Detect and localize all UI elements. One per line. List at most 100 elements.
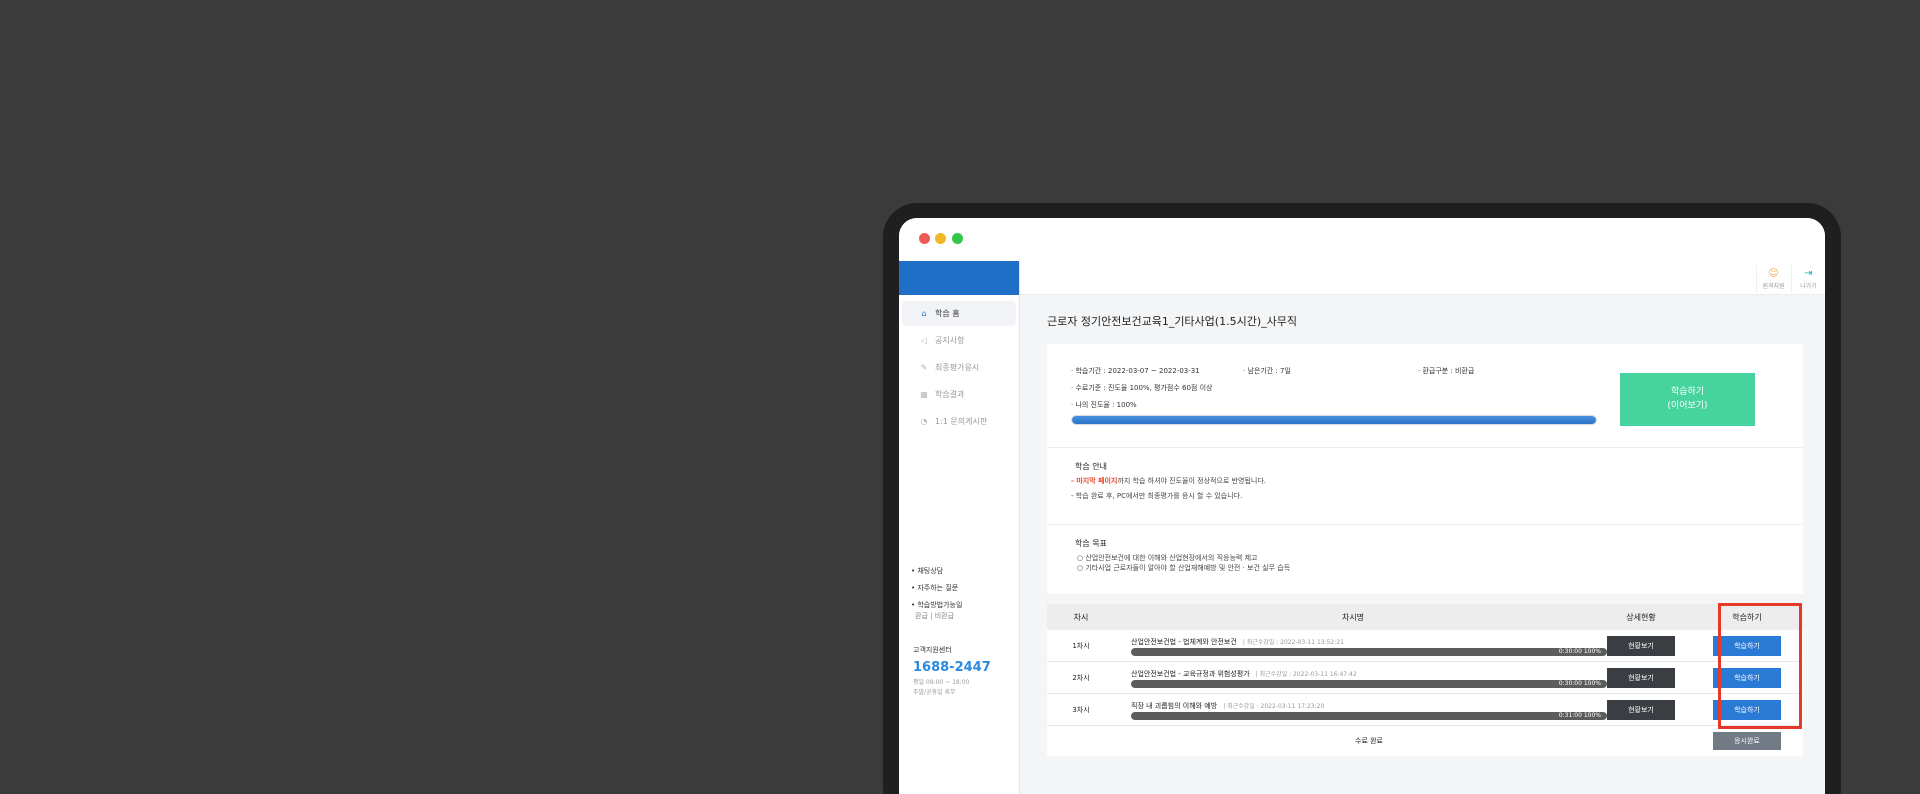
- goal-line-2: ○ 기타사업 근로자들이 알아야 할 산업재해예방 및 안전 · 보건 실무 습…: [1077, 564, 1291, 572]
- study-button[interactable]: 학습하기: [1713, 635, 1781, 656]
- lesson-progress-bar: 0:30:00 100%: [1131, 647, 1607, 656]
- chart-icon: ▦: [920, 390, 928, 399]
- lesson-progress-bar: 0:31:00 100%: [1131, 711, 1607, 720]
- table-footer: 수료 완료 응시완료: [1047, 726, 1803, 756]
- sidebar-item-inquiry[interactable]: ◔ 1:1 문의게시판: [902, 409, 1016, 434]
- lesson-progress-text: 0:31:00 100%: [1558, 711, 1601, 719]
- last-study-date: | 최근수강일 : 2022-03-11 17:23:20: [1223, 702, 1325, 710]
- refund-type-links[interactable]: 환급 | 비환급: [911, 611, 962, 628]
- col-header-detail: 상세현황: [1626, 612, 1656, 622]
- continue-study-sublabel: (이어보기): [1667, 401, 1708, 411]
- completion-criteria: · 수료기준 : 진도율 100%, 평가점수 60점 이상: [1071, 384, 1213, 392]
- continue-study-button[interactable]: 학습하기 (이어보기): [1620, 373, 1755, 426]
- sidebar-item-label: 1:1 문의게시판: [935, 417, 988, 426]
- lesson-title-text: 직장 내 괴롭힘의 이해와 예방: [1131, 701, 1218, 710]
- chat-icon: ◔: [920, 417, 928, 426]
- maximize-window-button[interactable]: [952, 233, 963, 244]
- sidebar-item-final-exam[interactable]: ✎ 최종평가응시: [902, 355, 1016, 380]
- cs-label: 고객지원센터: [913, 646, 952, 654]
- sidebar-item-label: 최종평가응시: [935, 363, 980, 372]
- lesson-table: 차시 차시명 상세현황 학습하기 1차시 산업안전보건법 - 법체계와 안전보건…: [1047, 604, 1803, 756]
- home-icon: ⌂: [921, 309, 927, 318]
- col-header-session: 차시: [1073, 612, 1089, 622]
- guide-line-2: - 학습 완료 후, PC에서만 최종평가를 응시 할 수 있습니다.: [1071, 492, 1243, 500]
- study-button[interactable]: 학습하기: [1713, 667, 1781, 688]
- sidebar-item-results[interactable]: ▦ 학습결과: [902, 382, 1016, 407]
- last-study-date: | 최근수강일 : 2022-03-11 13:52:21: [1242, 638, 1344, 646]
- remote-support-label: 원격지원: [1762, 283, 1785, 290]
- session-number: 2차시: [1072, 673, 1090, 682]
- main-content: ☺ 원격지원 ⇥ 나가기 근로자 정기안전보건교육1_기타사업(1.5시간)_사…: [1020, 261, 1825, 794]
- table-header: 차시 차시명 상세현황 학습하기: [1047, 604, 1803, 630]
- view-status-button[interactable]: 현황보기: [1607, 667, 1675, 688]
- close-window-button[interactable]: [919, 233, 930, 244]
- goal-line-1: ○ 산업안전보건에 대한 이해와 산업현장에서의 직응능력 제고: [1077, 554, 1258, 562]
- session-number: 1차시: [1072, 641, 1090, 650]
- cs-phone: 1688-2447: [913, 660, 991, 675]
- customer-support: 고객지원센터 1688-2447 평일 09:00 ~ 18:00 주말/공휴일…: [913, 645, 991, 698]
- lesson-progress-bar: 0:30:00 100%: [1131, 679, 1607, 688]
- divider: [1047, 447, 1803, 448]
- cs-hours-weekday: 평일 09:00 ~ 18:00: [913, 679, 970, 686]
- edit-icon: ✎: [920, 363, 928, 372]
- view-status-button[interactable]: 현황보기: [1607, 635, 1675, 656]
- table-row: 1차시 산업안전보건법 - 법체계와 안전보건 | 최근수강일 : 2022-03…: [1047, 630, 1803, 662]
- window-titlebar: [899, 218, 1825, 261]
- lesson-progress-text: 0:30:00 100%: [1558, 679, 1601, 687]
- guide-line-1-text: 까지 학습 하셔야 진도율이 정상적으로 반영됩니다.: [1117, 477, 1267, 485]
- guide-title: 학습 안내: [1075, 462, 1107, 471]
- sidebar-header: [899, 261, 1019, 295]
- last-study-date: | 최근수강일 : 2022-03-11 16:47:42: [1255, 670, 1357, 678]
- lesson-title-text: 산업안전보건법 - 교육규정과 위험성평가: [1131, 669, 1250, 678]
- remaining-period: · 남은기간 : 7일: [1243, 367, 1291, 375]
- lesson-cell: 직장 내 괴롭힘의 이해와 예방 | 최근수강일 : 2022-03-11 17:…: [1115, 694, 1607, 726]
- exit-button[interactable]: ⇥ 나가기: [1791, 265, 1825, 293]
- divider: [1047, 524, 1803, 525]
- col-header-study: 학습하기: [1732, 612, 1762, 622]
- cs-hours-weekend: 주말/공휴일 휴무: [913, 689, 956, 696]
- lesson-title: 직장 내 괴롭힘의 이해와 예방 | 최근수강일 : 2022-03-11 17:…: [1131, 701, 1324, 711]
- lesson-cell: 산업안전보건법 - 법체계와 안전보건 | 최근수강일 : 2022-03-11 …: [1115, 630, 1607, 662]
- lesson-title: 산업안전보건법 - 교육규정과 위험성평가 | 최근수강일 : 2022-03-1…: [1131, 669, 1357, 679]
- sidebar-links: • 채팅상담 • 자주하는 질문 • 학습방법가능일 환급 | 비환급: [911, 566, 962, 628]
- sidebar-item-label: 학습결과: [935, 390, 965, 399]
- sidebar: ⌂ 학습 홈 ◁ 공지사항 ✎ 최종평가응시 ▦ 학습결과 ◔ 1:1 문의게시…: [899, 261, 1020, 794]
- session-number: 3차시: [1072, 705, 1090, 714]
- goal-title: 학습 목표: [1075, 539, 1107, 548]
- remote-support-button[interactable]: ☺ 원격지원: [1756, 265, 1790, 293]
- faq-link[interactable]: • 자주하는 질문: [911, 583, 962, 600]
- view-status-button[interactable]: 현황보기: [1607, 699, 1675, 720]
- logout-icon: ⇥: [1804, 268, 1813, 279]
- progress-bar: [1071, 415, 1597, 425]
- lesson-title-text: 산업안전보건법 - 법체계와 안전보건: [1131, 637, 1237, 646]
- refund-type: · 환급구분 : 비환급: [1418, 367, 1475, 375]
- guide-highlight: - 마지막 페이지: [1071, 477, 1118, 485]
- table-row: 3차시 직장 내 괴롭힘의 이해와 예방 | 최근수강일 : 2022-03-11…: [1047, 694, 1803, 726]
- lesson-title: 산업안전보건법 - 법체계와 안전보건 | 최근수강일 : 2022-03-11 …: [1131, 637, 1344, 647]
- page-title: 근로자 정기안전보건교육1_기타사업(1.5시간)_사무직: [1047, 315, 1297, 328]
- sidebar-item-notice[interactable]: ◁ 공지사항: [902, 328, 1016, 353]
- sidebar-item-study-home[interactable]: ⌂ 학습 홈: [902, 301, 1016, 326]
- course-summary-card: · 학습기간 : 2022-03-07 ~ 2022-03-31 · 남은기간 …: [1047, 344, 1803, 594]
- progress-bar-fill: [1072, 416, 1596, 424]
- study-button[interactable]: 학습하기: [1713, 699, 1781, 720]
- top-bar: ☺ 원격지원 ⇥ 나가기: [1020, 261, 1825, 295]
- lesson-progress-text: 0:30:00 100%: [1558, 647, 1601, 655]
- col-header-title: 차시명: [1341, 612, 1365, 622]
- table-row: 2차시 산업안전보건법 - 교육규정과 위험성평가 | 최근수강일 : 2022-…: [1047, 662, 1803, 694]
- study-period: · 학습기간 : 2022-03-07 ~ 2022-03-31: [1071, 367, 1200, 375]
- minimize-window-button[interactable]: [935, 233, 946, 244]
- guide-line-1: - 마지막 페이지까지 학습 하셔야 진도율이 정상적으로 반영됩니다.: [1071, 476, 1266, 486]
- browser-window: ⌂ 학습 홈 ◁ 공지사항 ✎ 최종평가응시 ▦ 학습결과 ◔ 1:1 문의게시…: [899, 218, 1825, 794]
- sidebar-item-label: 학습 홈: [935, 309, 960, 318]
- megaphone-icon: ◁: [920, 336, 928, 345]
- lesson-cell: 산업안전보건법 - 교육규정과 위험성평가 | 최근수강일 : 2022-03-1…: [1115, 662, 1607, 694]
- my-progress: · 나의 진도율 : 100%: [1071, 401, 1137, 409]
- exit-label: 나가기: [1800, 283, 1817, 290]
- continue-study-label: 학습하기: [1670, 387, 1705, 397]
- chat-consult-link[interactable]: • 채팅상담: [911, 566, 962, 583]
- exam-complete-button[interactable]: 응시완료: [1713, 732, 1781, 750]
- completion-status: 수료 완료: [1355, 737, 1383, 745]
- headset-icon: ☺: [1768, 268, 1779, 279]
- sidebar-item-label: 공지사항: [935, 336, 965, 345]
